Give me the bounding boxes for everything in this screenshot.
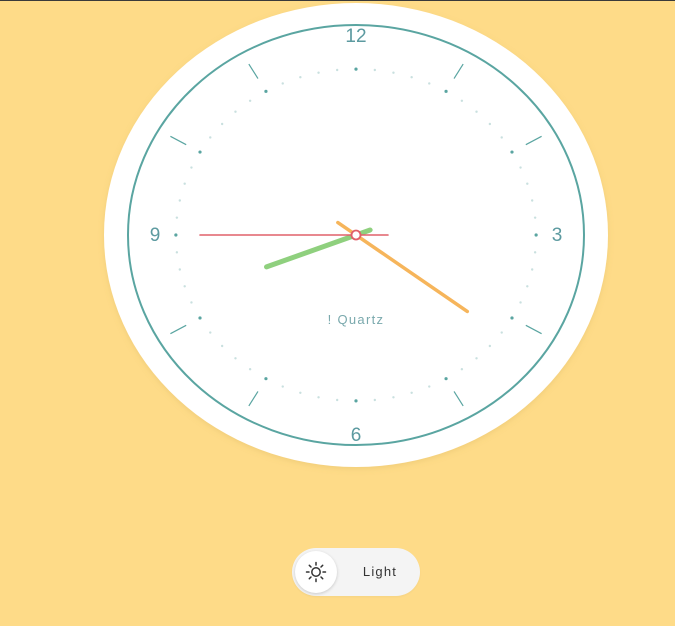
minute-dot: [519, 301, 522, 304]
minute-dot: [234, 357, 237, 360]
minute-dot: [175, 251, 179, 254]
sun-icon: [305, 561, 327, 583]
toggle-knob[interactable]: [295, 551, 337, 593]
minute-dot: [220, 122, 224, 126]
minute-dot: [533, 216, 537, 219]
minute-dot: [373, 68, 377, 72]
minute-dot: [175, 216, 179, 219]
minute-dot-major: [264, 89, 268, 93]
minute-dot: [234, 110, 237, 113]
minute-dot: [460, 368, 464, 371]
minute-dot: [373, 398, 377, 402]
brand-label: ! Quartz: [328, 312, 385, 327]
minute-dot: [475, 357, 478, 360]
minute-dot: [317, 396, 320, 399]
minute-dot: [335, 398, 339, 402]
minute-dot: [220, 344, 224, 348]
numeral-12: 12: [345, 26, 366, 47]
theme-toggle[interactable]: Light: [292, 548, 420, 596]
minute-dot: [248, 99, 252, 102]
minute-dot-major: [354, 399, 358, 403]
minute-dot: [460, 99, 464, 102]
minute-dot: [526, 285, 529, 288]
minute-dot: [500, 331, 503, 334]
minute-dot: [335, 68, 339, 72]
minute-dot: [533, 251, 537, 254]
minute-dot: [183, 182, 186, 185]
minute-dot-major: [198, 316, 202, 320]
minute-dot-major: [510, 316, 514, 320]
minute-dot: [392, 71, 395, 74]
minute-dot: [209, 331, 212, 334]
minute-dot: [190, 166, 193, 169]
center-pin: [350, 229, 362, 241]
minute-dot: [281, 82, 284, 85]
analog-clock: 12 3 6 9 ! Quartz: [104, 3, 608, 467]
minute-dot-major: [534, 233, 538, 237]
minute-dot: [410, 391, 413, 394]
minute-dot: [299, 391, 302, 394]
minute-dot: [183, 285, 186, 288]
numeral-9: 9: [150, 225, 161, 246]
clock-face-svg: 12 3 6 9 ! Quartz: [104, 3, 608, 467]
minute-dot: [190, 301, 193, 304]
numeral-3: 3: [552, 225, 563, 246]
minute-dot: [299, 76, 302, 79]
minute-dot: [500, 136, 503, 139]
minute-dot-major: [198, 150, 202, 154]
minute-dot: [526, 182, 529, 185]
minute-dot-major: [510, 150, 514, 154]
minute-dot: [530, 268, 534, 271]
minute-dot-major: [444, 89, 448, 93]
theme-toggle-label: Light: [362, 564, 398, 579]
numeral-6: 6: [351, 425, 362, 446]
minute-dot: [519, 166, 522, 169]
minute-dot: [248, 368, 252, 371]
minute-dot: [392, 396, 395, 399]
minute-dot: [178, 268, 182, 271]
minute-dot: [317, 71, 320, 74]
minute-dot: [530, 199, 534, 202]
minute-dot-major: [444, 377, 448, 381]
minute-dot: [178, 199, 182, 202]
minute-dot: [410, 76, 413, 79]
minute-dot: [281, 385, 284, 388]
minute-dot-major: [264, 377, 268, 381]
minute-dot: [475, 110, 478, 113]
minute-dot: [428, 82, 431, 85]
minute-dot: [209, 136, 212, 139]
minute-dot-major: [354, 67, 358, 71]
minute-dot: [488, 122, 492, 126]
minute-dot: [428, 385, 431, 388]
minute-dot-major: [174, 233, 178, 237]
minute-dot: [488, 344, 492, 348]
